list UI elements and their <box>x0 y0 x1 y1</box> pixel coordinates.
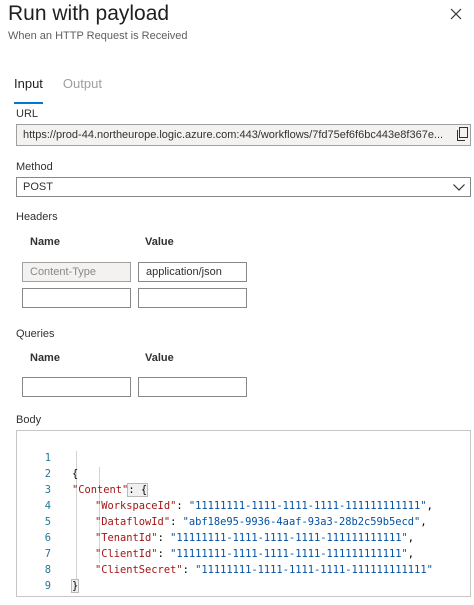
panel-subtitle: When an HTTP Request is Received <box>8 30 188 42</box>
queries-value-column: Value <box>145 352 174 364</box>
panel-title: Run with payload <box>8 2 170 25</box>
body-code-editor[interactable]: 1 { 2 "Content": { 3 "WorkspaceId": "111… <box>16 430 471 597</box>
code-brace: } <box>70 579 80 593</box>
code-line: 7 "ClientSecret": "11111111-1111-1111-11… <box>17 530 470 576</box>
code-line: 4 "DataflowId": "abf18e95-9936-4aaf-93a3… <box>17 482 470 528</box>
header-name-field: Content-Type <box>22 262 131 282</box>
headers-name-column: Name <box>30 236 60 248</box>
tab-output[interactable]: Output <box>63 76 102 104</box>
code-line: 6 "ClientId": "11111111-1111-1111-1111-1… <box>17 514 470 560</box>
code-line: 8 } <box>17 546 470 593</box>
query-value-field[interactable] <box>138 377 247 397</box>
method-select[interactable]: POST <box>16 177 471 197</box>
code-line: 2 "Content": { <box>17 450 470 497</box>
method-label: Method <box>16 161 53 173</box>
queries-label: Queries <box>16 328 55 340</box>
header-name-field[interactable] <box>22 288 131 308</box>
close-icon[interactable] <box>448 6 464 22</box>
code-brace: } <box>58 596 64 597</box>
url-field[interactable]: https://prod-44.northeurope.logic.azure.… <box>16 124 471 146</box>
code-line: 3 "WorkspaceId": "11111111-1111-1111-111… <box>17 466 470 512</box>
code-line: 5 "TenantId": "11111111-1111-1111-1111-1… <box>17 498 470 544</box>
tab-bar: Input Output <box>14 76 122 104</box>
queries-name-column: Name <box>30 352 60 364</box>
query-name-field[interactable] <box>22 377 131 397</box>
tab-input[interactable]: Input <box>14 76 43 104</box>
url-label: URL <box>16 108 39 120</box>
headers-label: Headers <box>16 211 58 223</box>
line-number: 9 <box>44 580 51 592</box>
body-label: Body <box>16 414 42 426</box>
code-line: 1 { <box>17 434 470 480</box>
header-value-field[interactable]: application/json <box>138 262 247 282</box>
copy-icon[interactable] <box>456 127 469 141</box>
headers-value-column: Value <box>145 236 174 248</box>
code-line: 9 } <box>17 562 470 592</box>
header-value-field[interactable] <box>138 288 247 308</box>
